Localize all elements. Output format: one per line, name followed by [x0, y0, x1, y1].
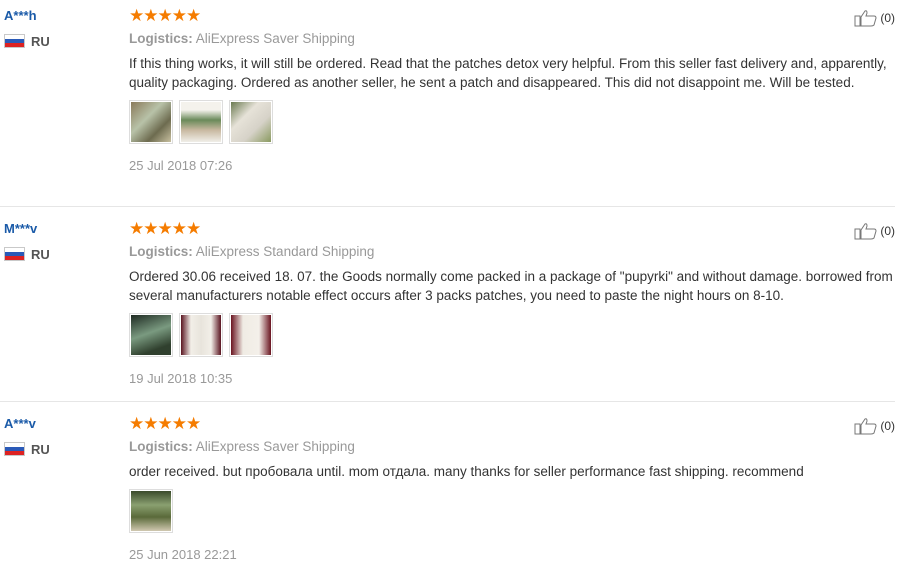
star-icon: ★ — [171, 6, 187, 25]
country-code: RU — [31, 33, 50, 49]
star-icon: ★ — [171, 414, 187, 433]
logistics-value: AliExpress Standard Shipping — [195, 244, 375, 259]
star-icon: ★ — [143, 6, 158, 25]
review-photos — [129, 489, 895, 533]
logistics-info: Logistics: AliExpress Saver Shipping — [129, 30, 895, 48]
reviewer-name: M***v — [4, 221, 38, 236]
russia-flag-icon — [4, 34, 25, 48]
review-date: 25 Jul 2018 07:26 — [129, 158, 233, 173]
review-photo-thumbnail[interactable] — [179, 100, 223, 144]
star-icon: ★ — [157, 414, 173, 433]
reviewer-info: M***v RU — [4, 220, 114, 262]
star-icon: ★ — [129, 6, 144, 25]
review-item: A***h RU ★★★★★ Logistics: AliExpress Sav… — [0, 0, 895, 207]
thumbs-up-icon — [854, 10, 877, 27]
helpful-count: (0) — [880, 224, 895, 238]
country-code: RU — [31, 246, 50, 262]
logistics-info: Logistics: AliExpress Saver Shipping — [129, 438, 895, 456]
review-text: Ordered 30.06 received 18. 07. the Goods… — [129, 269, 893, 303]
review-date: 19 Jul 2018 10:35 — [129, 371, 233, 386]
review-item: M***v RU ★★★★★ Logistics: AliExpress Sta… — [0, 207, 895, 402]
review-photos — [129, 313, 895, 357]
review-photo-thumbnail[interactable] — [179, 313, 223, 357]
logistics-value: AliExpress Saver Shipping — [195, 439, 355, 454]
review-photo-thumbnail[interactable] — [129, 489, 173, 533]
star-icon: ★ — [157, 219, 173, 238]
star-icon: ★ — [186, 219, 201, 238]
helpful-button[interactable]: (0) — [854, 9, 895, 27]
star-rating: ★★★★★ — [129, 6, 895, 26]
reviewer-country: RU — [4, 33, 114, 49]
helpful-button[interactable]: (0) — [854, 417, 895, 435]
review-photo-thumbnail[interactable] — [129, 313, 173, 357]
review-photo-thumbnail[interactable] — [229, 313, 273, 357]
star-icon: ★ — [143, 414, 158, 433]
helpful-count: (0) — [880, 11, 895, 25]
star-icon: ★ — [186, 414, 201, 433]
reviewer-info: A***v RU — [4, 415, 114, 457]
russia-flag-icon — [4, 442, 25, 456]
reviewer-info: A***h RU — [4, 7, 114, 49]
star-rating: ★★★★★ — [129, 219, 895, 239]
review-photos — [129, 100, 895, 144]
review-text: If this thing works, it will still be or… — [129, 56, 887, 90]
review-item: A***v RU ★★★★★ Logistics: AliExpress Sav… — [0, 402, 895, 567]
star-icon: ★ — [143, 219, 158, 238]
country-code: RU — [31, 441, 50, 457]
review-text: order received. but пробовала until. mom… — [129, 464, 804, 479]
logistics-label: Logistics: — [129, 439, 193, 454]
review-content: ★★★★★ Logistics: AliExpress Saver Shippi… — [129, 6, 895, 174]
logistics-info: Logistics: AliExpress Standard Shipping — [129, 243, 895, 261]
helpful-button[interactable]: (0) — [854, 222, 895, 240]
russia-flag-icon — [4, 247, 25, 261]
star-icon: ★ — [157, 6, 173, 25]
thumbs-up-icon — [854, 223, 877, 240]
review-photo-thumbnail[interactable] — [229, 100, 273, 144]
helpful-count: (0) — [880, 419, 895, 433]
reviewer-country: RU — [4, 441, 114, 457]
reviewer-name: A***h — [4, 8, 37, 23]
star-icon: ★ — [171, 219, 187, 238]
thumbs-up-icon — [854, 418, 877, 435]
logistics-label: Logistics: — [129, 244, 193, 259]
review-content: ★★★★★ Logistics: AliExpress Saver Shippi… — [129, 414, 895, 563]
star-icon: ★ — [129, 219, 144, 238]
reviewer-name: A***v — [4, 416, 36, 431]
review-content: ★★★★★ Logistics: AliExpress Standard Shi… — [129, 219, 895, 387]
logistics-value: AliExpress Saver Shipping — [195, 31, 355, 46]
review-photo-thumbnail[interactable] — [129, 100, 173, 144]
star-icon: ★ — [129, 414, 144, 433]
logistics-label: Logistics: — [129, 31, 193, 46]
star-rating: ★★★★★ — [129, 414, 895, 434]
review-date: 25 Jun 2018 22:21 — [129, 547, 237, 562]
reviewer-country: RU — [4, 246, 114, 262]
star-icon: ★ — [186, 6, 201, 25]
